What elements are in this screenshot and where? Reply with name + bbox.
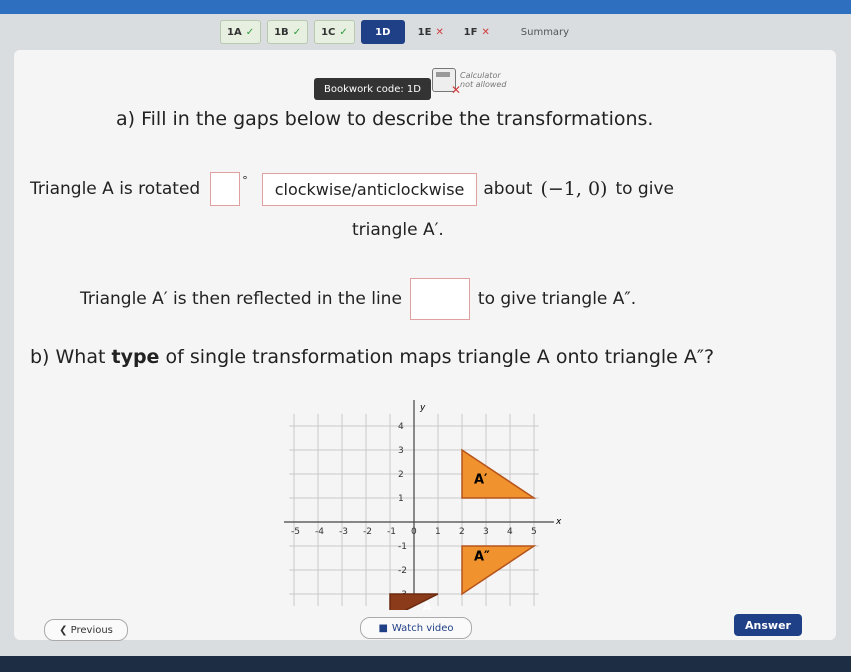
tab-1e[interactable]: 1E ✕: [411, 20, 451, 44]
reflection-line-input[interactable]: [409, 278, 470, 320]
calculator-label: Calculator: [460, 71, 501, 80]
question-b: b) What type of single transformation ma…: [30, 346, 715, 368]
video-icon: ■: [378, 622, 388, 634]
x-tick-label: 5: [531, 527, 537, 537]
check-icon: ✓: [339, 26, 348, 38]
x-tick-label: 2: [459, 527, 465, 537]
tab-1a[interactable]: 1A ✓: [220, 20, 262, 44]
tab-1f[interactable]: 1F ✕: [457, 20, 497, 44]
tab-1c[interactable]: 1C ✓: [314, 20, 355, 44]
task-tabs: 1A ✓ 1B ✓ 1C ✓ 1D 1E ✕ 1F ✕ Summary: [220, 18, 575, 46]
x-tick-label: 3: [483, 527, 489, 537]
label-a: A: [422, 600, 432, 610]
calculator-status: Calculator not allowed: [432, 68, 516, 97]
bookwork-code: Bookwork code: 1D: [314, 78, 431, 100]
y-tick-label: 3: [398, 446, 404, 456]
taskbar: [0, 656, 851, 672]
x-tick-label: 0: [411, 527, 417, 537]
label-a-prime: A′: [474, 473, 488, 488]
tab-label: Summary: [520, 26, 570, 38]
calculator-note: not allowed: [460, 80, 507, 89]
to-give-text: to give: [615, 179, 674, 199]
reflection-text-end: to give triangle A″.: [477, 289, 637, 309]
x-tick-label: -1: [387, 527, 396, 537]
x-tick-label: -2: [363, 527, 372, 537]
tab-label: 1D: [375, 26, 391, 38]
previous-button[interactable]: ❮ Previous: [44, 619, 128, 641]
rotation-text: Triangle A is rotated: [30, 179, 201, 199]
x-tick-label: -5: [291, 527, 300, 537]
rotation-sentence-end: triangle A′.: [352, 220, 444, 240]
tab-1d[interactable]: 1D: [360, 20, 405, 44]
reflection-sentence: Triangle A′ is then reflected in the lin…: [80, 278, 636, 320]
y-tick-label: -1: [398, 542, 407, 552]
tab-1b[interactable]: 1B ✓: [267, 20, 309, 44]
x-axis-label: x: [555, 517, 562, 527]
centre-point: (−1, 0): [540, 178, 608, 200]
reflection-text: Triangle A′ is then reflected in the lin…: [80, 289, 402, 309]
tab-label: 1C: [321, 26, 336, 38]
tab-label: 1A: [227, 26, 242, 38]
coordinate-grid: -5-4-3-2-1012345 1234-1-2-3 y x A′ A″ A: [284, 400, 562, 610]
question-card: Bookwork code: 1D Calculator not allowed…: [14, 50, 836, 640]
y-axis-label: y: [419, 403, 426, 413]
y-tick-label: 1: [398, 494, 404, 504]
x-tick-label: -3: [339, 527, 348, 537]
answer-button[interactable]: Answer: [734, 614, 802, 636]
y-tick-label: -2: [398, 566, 407, 576]
calculator-icon: [432, 68, 461, 97]
cross-icon: ✕: [435, 26, 444, 38]
cross-icon: ✕: [481, 26, 490, 38]
x-tick-label: 4: [507, 527, 513, 537]
tab-label: 1E: [417, 26, 432, 38]
y-tick-label: 2: [398, 470, 404, 480]
check-icon: ✓: [245, 26, 255, 38]
top-bar: [0, 0, 851, 14]
tab-summary[interactable]: Summary: [503, 20, 575, 44]
label-a-double-prime: A″: [474, 549, 490, 564]
rotation-sentence: Triangle A is rotated ° clockwise/anticl…: [30, 172, 674, 206]
question-a: a) Fill in the gaps below to describe th…: [116, 108, 654, 130]
tab-label: 1F: [463, 26, 478, 38]
check-icon: ✓: [292, 26, 302, 38]
x-tick-label: 1: [435, 527, 441, 537]
y-tick-label: 4: [398, 422, 404, 432]
rotation-direction-select[interactable]: clockwise/anticlockwise: [261, 172, 478, 206]
tab-label: 1B: [274, 26, 289, 38]
x-tick-label: -4: [315, 527, 324, 537]
watch-video-button[interactable]: ■ Watch video: [360, 617, 472, 639]
angle-input[interactable]: [210, 172, 241, 206]
degree-symbol: °: [242, 173, 248, 187]
about-text: about: [483, 179, 533, 199]
